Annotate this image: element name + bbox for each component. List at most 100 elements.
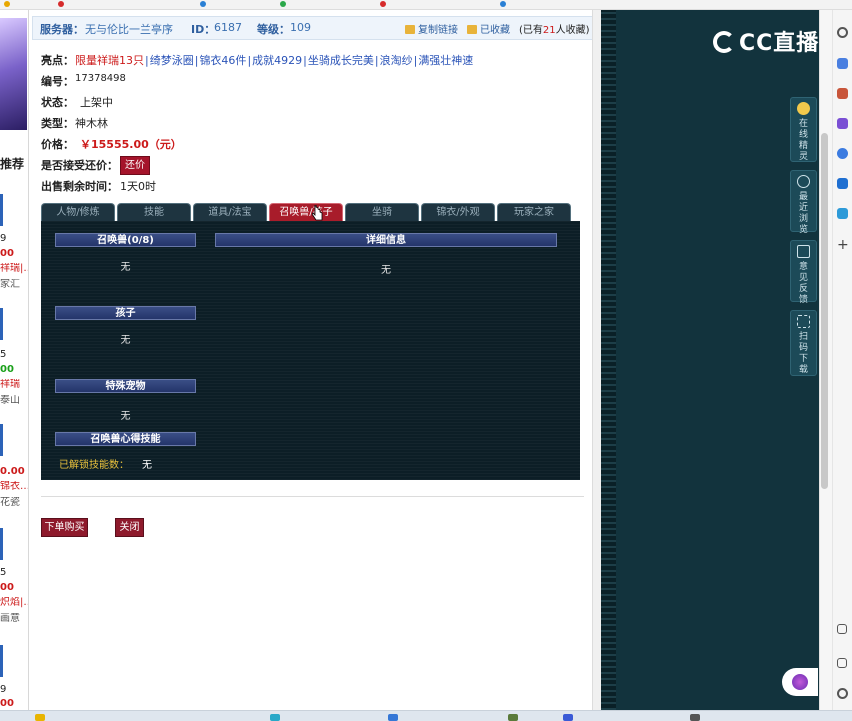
window-icon[interactable]	[837, 624, 847, 634]
bargain-label: 是否接受还价：	[41, 159, 118, 172]
scan-icon	[797, 315, 810, 328]
live-stream-panel	[601, 10, 819, 710]
buy-button[interactable]: 下单购买	[41, 518, 88, 537]
recommend-text: 9	[0, 233, 7, 244]
favorite-button[interactable]: 已收藏	[467, 21, 510, 36]
number-label: 编号：	[41, 75, 74, 88]
bookmark-icon[interactable]	[500, 1, 506, 7]
assistant-button[interactable]	[782, 668, 818, 696]
favorite-count-suffix: 人收藏)	[555, 25, 590, 36]
server-value: 无与伦比一兰亭序	[85, 23, 173, 36]
recent-browse-button[interactable]: 最近浏览	[790, 170, 817, 235]
recommend-text: 9	[0, 684, 7, 695]
recommend-title: 推荐	[0, 157, 25, 171]
recommend-price: 0.00	[0, 466, 25, 477]
detail-header: 详细信息	[215, 233, 557, 247]
favorite-count-number: 21	[542, 25, 556, 36]
outlook-icon[interactable]	[837, 178, 848, 189]
send-icon[interactable]	[837, 208, 848, 219]
highlight-tag: 成就4929	[252, 54, 303, 67]
recommend-text[interactable]: 炽焰|…	[0, 597, 28, 609]
remaining-label: 出售剩余时间：	[41, 180, 118, 193]
online-sprite-label: 在线精灵	[798, 119, 808, 162]
tag-icon[interactable]	[837, 58, 848, 69]
scan-download-label: 扫码下载	[798, 332, 808, 375]
recommend-price: 00	[0, 698, 14, 709]
type-label: 类型：	[41, 117, 74, 130]
assistant-icon	[792, 674, 808, 690]
tab-outfits[interactable]: 锦衣/外观	[421, 203, 495, 221]
recommend-text[interactable]: 锦衣…	[0, 481, 28, 493]
scrollbar-thumb[interactable]	[821, 133, 828, 489]
chess-icon[interactable]	[837, 118, 848, 129]
search-icon[interactable]	[837, 27, 848, 38]
number-value: 17378498	[75, 73, 126, 84]
recommend-text: 家汇	[0, 279, 20, 290]
character-avatar	[0, 18, 27, 130]
bookmark-icon[interactable]	[380, 1, 386, 7]
price-value: ￥15555.00（元）	[80, 138, 182, 151]
close-button[interactable]: 关闭	[115, 518, 144, 537]
browser-sidebar	[832, 10, 852, 710]
cc-live-logo: CC直播	[713, 30, 819, 58]
recommend-thumb[interactable]	[0, 645, 3, 677]
recommend-text[interactable]: 祥瑞	[0, 379, 28, 391]
highlights-list: 限量祥瑞13只|绮梦泳圈|锦衣46件|成就4929|坐骑成长完美|浪淘纱|满强壮…	[75, 52, 473, 68]
copy-link-label: 复制链接	[418, 25, 458, 36]
online-sprite-button[interactable]: 在线精灵	[790, 97, 817, 162]
bookmark-icon[interactable]	[200, 1, 206, 7]
highlights-label: 亮点：	[41, 54, 74, 67]
tab-mounts[interactable]: 坐骑	[345, 203, 419, 221]
child-value: 无	[120, 335, 131, 346]
cc-logo-icon	[713, 31, 735, 53]
copy-link-button[interactable]: 复制链接	[405, 21, 458, 36]
recent-browse-label: 最近浏览	[798, 192, 808, 235]
recommend-thumb[interactable]	[0, 424, 3, 456]
bookmark-icon[interactable]	[280, 1, 286, 7]
recommend-text[interactable]: 祥瑞|…	[0, 263, 28, 275]
external-link-icon[interactable]	[837, 658, 847, 668]
feedback-label: 意见反馈	[798, 262, 808, 305]
copilot-icon[interactable]	[837, 148, 848, 159]
level-label: 等级：	[257, 23, 290, 36]
bookmark-icon[interactable]	[4, 1, 10, 7]
sprite-icon	[797, 102, 810, 115]
recommend-text: 画意	[0, 613, 20, 624]
highlight-tag: 限量祥瑞13只	[75, 54, 144, 67]
special-pet-header: 特殊宠物	[55, 379, 196, 393]
highlight-tag: 绮梦泳圈	[149, 54, 194, 67]
tab-home[interactable]: 玩家之家	[497, 203, 571, 221]
child-header: 孩子	[55, 306, 196, 320]
type-value: 神木林	[75, 117, 108, 130]
favorite-count: (已有21人收藏)	[519, 21, 590, 36]
star-icon	[467, 25, 477, 34]
tab-items[interactable]: 道具/法宝	[193, 203, 267, 221]
gear-icon[interactable]	[837, 688, 848, 699]
add-icon[interactable]: +	[837, 238, 849, 252]
recommend-text: 泰山	[0, 395, 20, 406]
bargain-button[interactable]: 还价	[120, 156, 150, 175]
server-label: 服务器：	[40, 23, 84, 36]
cursor-icon	[312, 205, 323, 221]
highlight-tag: 坐骑成长完美	[307, 54, 374, 67]
recommend-thumb[interactable]	[0, 194, 3, 226]
feedback-button[interactable]: 意见反馈	[790, 240, 817, 305]
briefcase-icon[interactable]	[837, 88, 848, 99]
tab-character[interactable]: 人物/修炼	[41, 203, 115, 221]
highlight-tag: 浪淘纱	[379, 54, 413, 67]
recommend-price: 00	[0, 364, 14, 375]
copy-icon	[405, 25, 415, 34]
price-label: 价格：	[41, 138, 74, 151]
tab-summons[interactable]: 召唤兽/孩子	[269, 203, 343, 221]
detail-value: 无	[381, 265, 391, 276]
recommend-text: 5	[0, 567, 7, 578]
status-value: 上架中	[80, 96, 113, 109]
recommend-thumb[interactable]	[0, 528, 3, 560]
recommend-thumb[interactable]	[0, 308, 3, 340]
scan-download-button[interactable]: 扫码下载	[790, 310, 817, 376]
id-value: 6187	[214, 21, 242, 34]
bookmark-icon[interactable]	[58, 1, 64, 7]
tab-skills[interactable]: 技能	[117, 203, 191, 221]
level-value: 109	[290, 21, 311, 34]
edit-icon	[797, 245, 810, 258]
